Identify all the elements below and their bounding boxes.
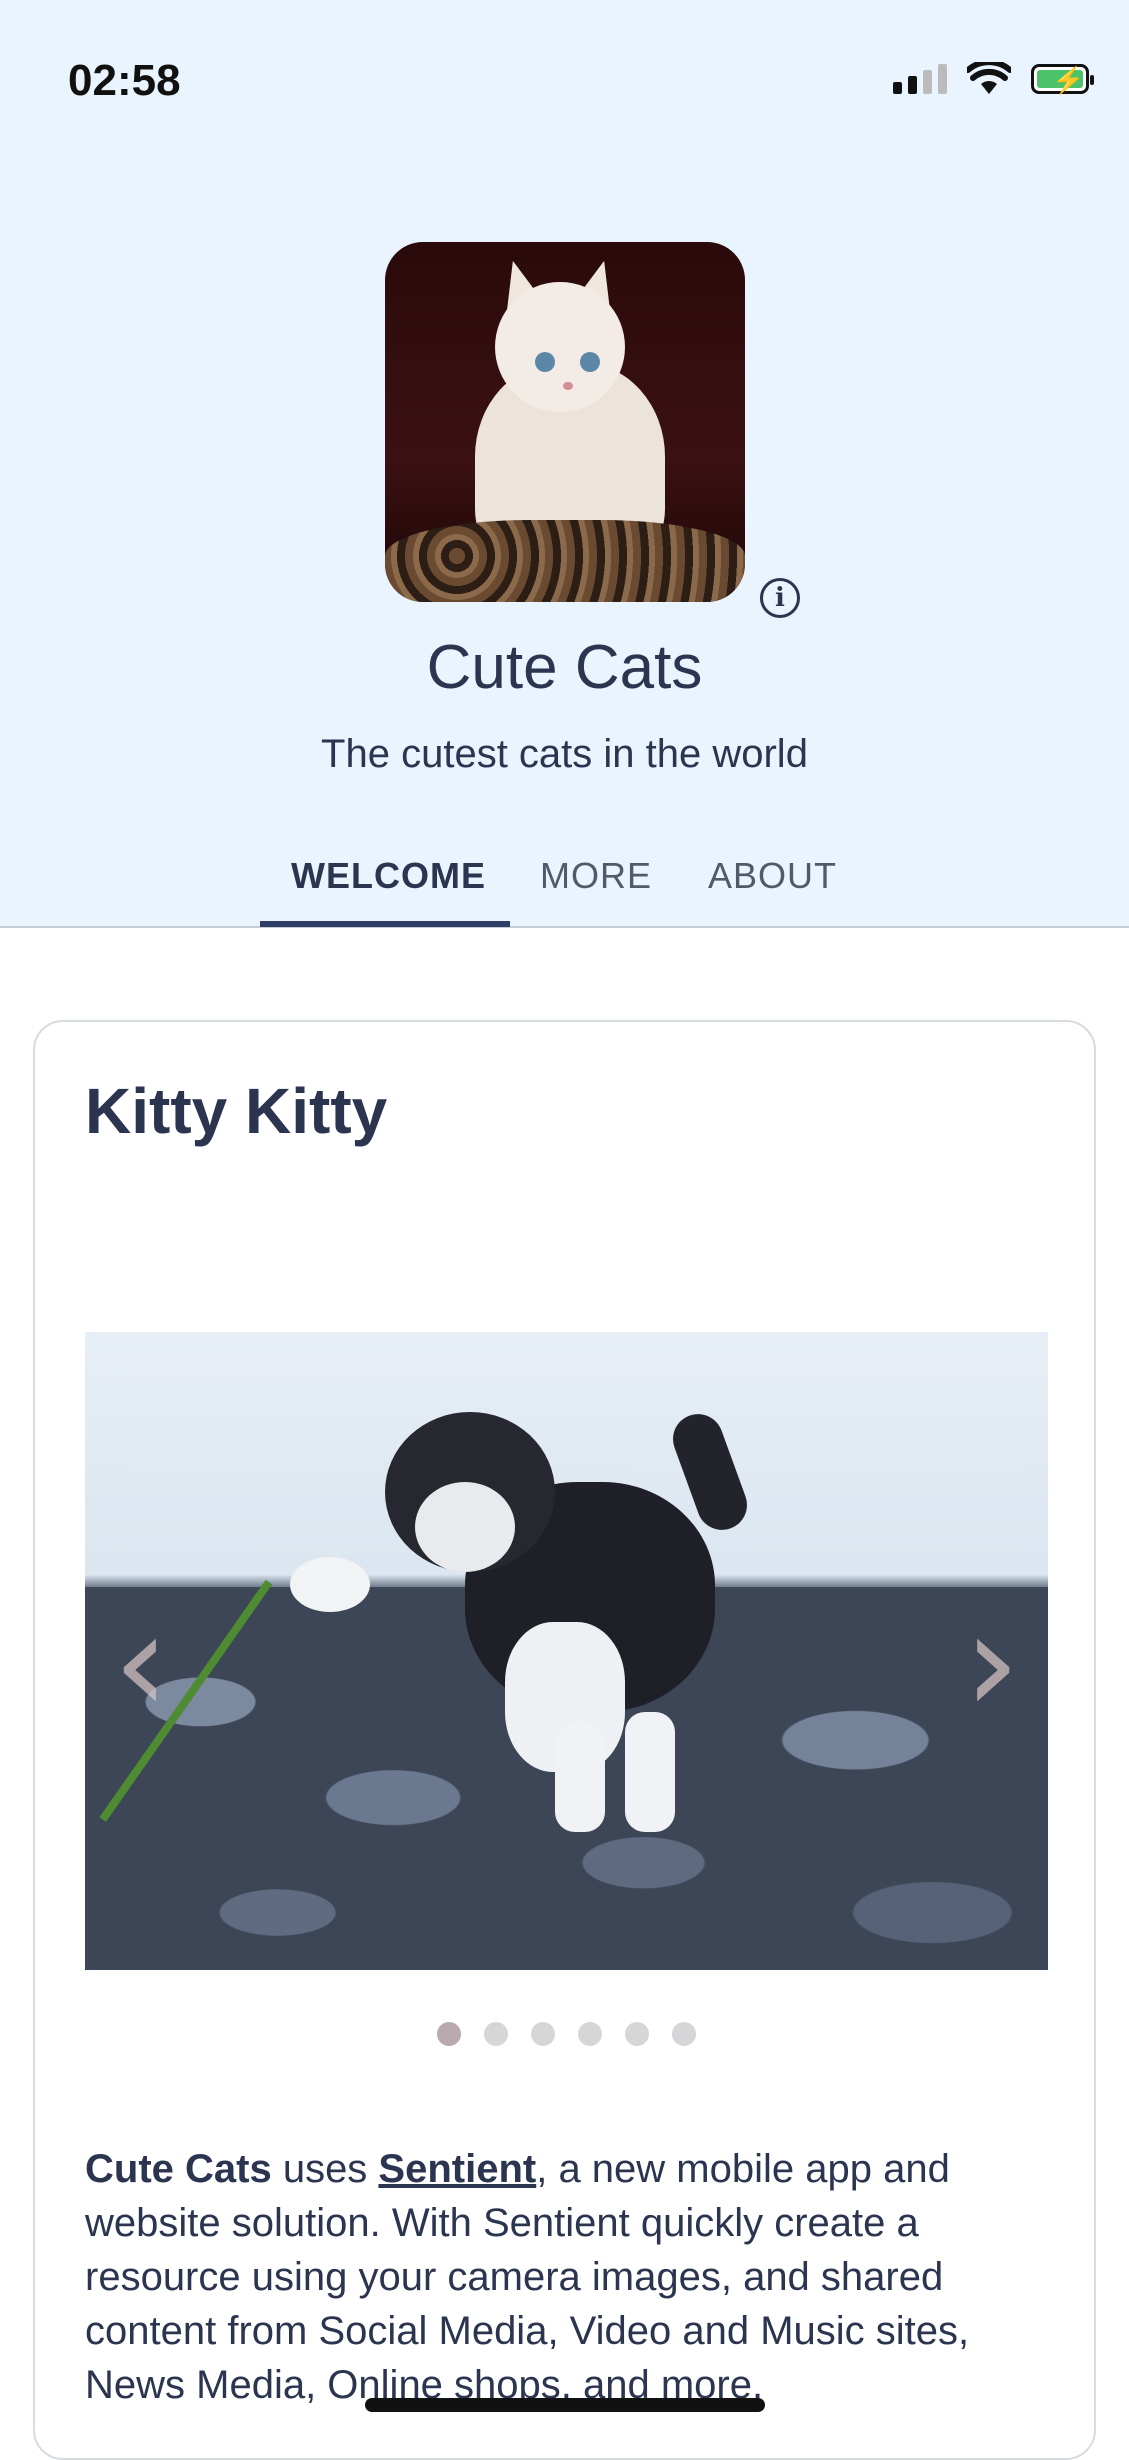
tab-welcome[interactable]: WELCOME	[291, 855, 486, 897]
brand-name: Cute Cats	[85, 2147, 272, 2191]
image-carousel[interactable]: ‹ ›	[85, 1332, 1048, 1970]
home-indicator[interactable]	[365, 2398, 765, 2412]
tab-bar: WELCOME MORE ABOUT	[0, 855, 1129, 928]
carousel-dot[interactable]	[484, 2022, 508, 2046]
tab-active-indicator	[260, 921, 510, 927]
status-icons: ⚡	[893, 62, 1094, 96]
wifi-icon	[967, 62, 1011, 94]
battery-icon: ⚡	[1031, 64, 1094, 95]
carousel-prev-icon[interactable]: ‹	[113, 1582, 169, 1745]
carousel-dot[interactable]	[437, 2022, 461, 2046]
tab-about[interactable]: ABOUT	[708, 855, 837, 897]
carousel-dot[interactable]	[531, 2022, 555, 2046]
app-header: 02:58 ⚡ i Cute Cats The cutest cats in t…	[0, 0, 1129, 928]
card-title: Kitty Kitty	[85, 1075, 388, 1147]
carousel-dot[interactable]	[672, 2022, 696, 2046]
carousel-dot[interactable]	[578, 2022, 602, 2046]
welcome-card: Kitty Kitty ‹ › Cute Cats uses Sentient,…	[33, 1020, 1096, 2460]
profile-subtitle: The cutest cats in the world	[321, 732, 808, 776]
carousel-dot[interactable]	[625, 2022, 649, 2046]
tab-more[interactable]: MORE	[540, 855, 652, 897]
sentient-link[interactable]: Sentient	[378, 2147, 536, 2191]
profile-avatar	[385, 242, 745, 602]
card-description: Cute Cats uses Sentient, a new mobile ap…	[85, 2147, 970, 2407]
carousel-next-icon[interactable]: ›	[964, 1582, 1020, 1745]
profile-title: Cute Cats	[426, 633, 703, 702]
signal-icon	[893, 64, 947, 94]
status-time: 02:58	[68, 56, 181, 105]
carousel-pagination	[35, 2022, 1098, 2046]
info-icon[interactable]: i	[760, 578, 800, 618]
